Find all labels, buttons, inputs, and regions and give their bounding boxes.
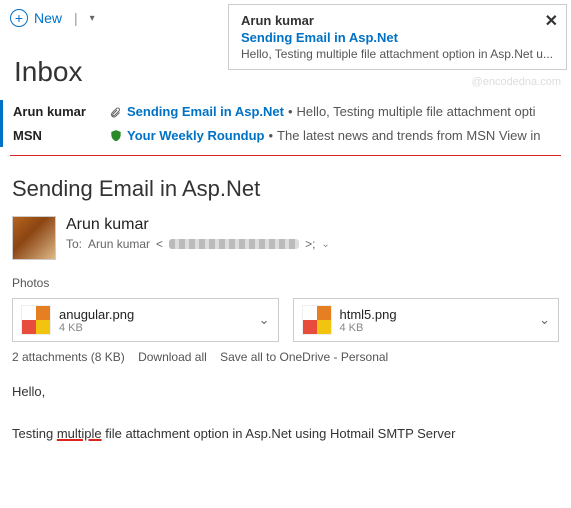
mail-subject: Sending Email in Asp.Net	[12, 176, 559, 202]
popup-preview: Hello, Testing multiple file attachment …	[241, 47, 554, 61]
message-row[interactable]: MSN Your Weekly Roundup • The latest new…	[0, 124, 571, 148]
attachment-actions: 2 attachments (8 KB) Download all Save a…	[12, 350, 559, 364]
attachment-card[interactable]: html5.png 4 KB ⌄	[293, 298, 560, 342]
chevron-down-icon[interactable]: ▾	[90, 13, 95, 24]
body-text-pre: Testing	[12, 426, 57, 441]
message-subject[interactable]: Sending Email in Asp.Net	[127, 104, 284, 119]
divider: |	[74, 10, 78, 26]
message-row[interactable]: Arun kumar Sending Email in Asp.Net • He…	[0, 100, 571, 124]
to-address-close: >;	[305, 237, 315, 251]
attachment-thumbnail	[21, 305, 51, 335]
mail-body: Hello, Testing multiple file attachment …	[12, 382, 559, 444]
photos-label: Photos	[12, 276, 559, 290]
save-onedrive-link[interactable]: Save all to OneDrive - Personal	[220, 350, 388, 364]
new-button[interactable]: + New | ▾	[10, 9, 95, 27]
watermark: @encodedna.com	[472, 76, 561, 88]
attachment-name: anugular.png	[59, 307, 251, 322]
message-preview: The latest news and trends from MSN View…	[277, 128, 541, 143]
body-greeting: Hello,	[12, 382, 559, 403]
to-line: To: Arun kumar < >; ⌄	[66, 237, 330, 251]
attachment-size: 4 KB	[340, 322, 532, 334]
from-name: Arun kumar	[66, 216, 330, 234]
message-sender: MSN	[13, 128, 109, 143]
chevron-down-icon[interactable]: ⌄	[321, 239, 329, 250]
attachment-size: 4 KB	[59, 322, 251, 334]
message-sender: Arun kumar	[13, 104, 109, 119]
popup-sender: Arun kumar	[241, 13, 554, 28]
close-icon[interactable]: ✕	[545, 11, 558, 31]
to-label: To:	[66, 237, 82, 251]
attachment-thumbnail	[302, 305, 332, 335]
to-name: Arun kumar	[88, 237, 150, 251]
attachments-grid: anugular.png 4 KB ⌄ html5.png 4 KB ⌄	[12, 298, 559, 342]
avatar[interactable]	[12, 216, 56, 260]
attachment-summary: 2 attachments (8 KB)	[12, 350, 125, 364]
mail-header: Arun kumar To: Arun kumar < >; ⌄	[12, 216, 559, 260]
to-address-redacted: <	[156, 237, 163, 251]
attachment-name: html5.png	[340, 307, 532, 322]
chevron-down-icon[interactable]: ⌄	[259, 312, 270, 328]
new-label: New	[34, 10, 62, 26]
message-subject[interactable]: Your Weekly Roundup	[127, 128, 264, 143]
message-preview: Hello, Testing multiple file attachment …	[297, 104, 536, 119]
attachment-icon	[109, 104, 127, 120]
chevron-down-icon[interactable]: ⌄	[539, 312, 550, 328]
notification-popup: ✕ Arun kumar Sending Email in Asp.Net He…	[228, 4, 567, 70]
message-list: Arun kumar Sending Email in Asp.Net • He…	[0, 100, 571, 147]
redacted-address	[169, 239, 299, 249]
body-underlined: multiple	[57, 426, 102, 441]
body-text-post: file attachment option in Asp.Net using …	[102, 426, 456, 441]
plus-icon: +	[10, 9, 28, 27]
body-line: Testing multiple file attachment option …	[12, 424, 559, 445]
shield-icon	[109, 128, 127, 144]
separator: •	[268, 128, 273, 143]
mail-view: Sending Email in Asp.Net Arun kumar To: …	[0, 156, 571, 458]
download-all-link[interactable]: Download all	[138, 350, 207, 364]
popup-subject[interactable]: Sending Email in Asp.Net	[241, 30, 554, 45]
attachment-card[interactable]: anugular.png 4 KB ⌄	[12, 298, 279, 342]
separator: •	[288, 104, 293, 119]
